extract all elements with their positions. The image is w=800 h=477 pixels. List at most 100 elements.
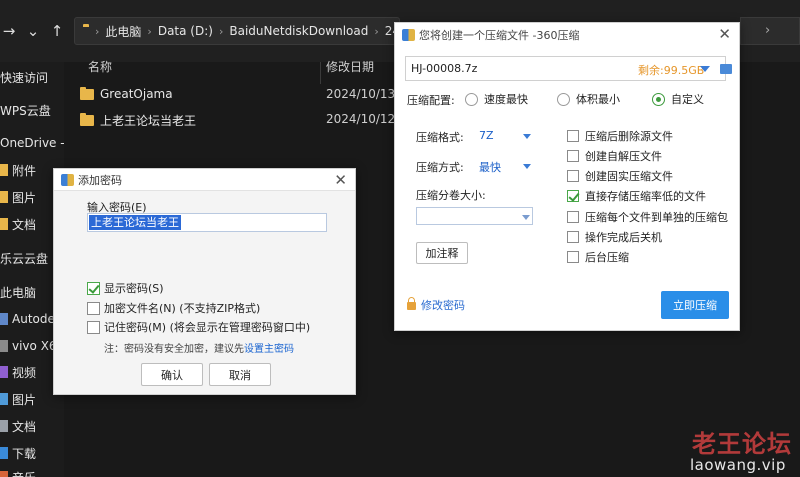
free-space-label: 剩余:99.5GB bbox=[638, 64, 705, 77]
address-bar[interactable]: › 此电脑 › Data (D:) › BaiduNetdiskDownload… bbox=[74, 17, 400, 45]
lock-icon bbox=[407, 297, 416, 310]
file-row[interactable]: GreatOjama 2024/10/13 1 bbox=[64, 84, 407, 106]
close-icon[interactable]: ✕ bbox=[718, 25, 731, 43]
sidebar-item-attachments[interactable]: 附件 bbox=[0, 160, 36, 180]
breadcrumb-drive[interactable]: Data (D:) bbox=[158, 24, 213, 38]
radio-icon bbox=[465, 92, 478, 106]
music-icon bbox=[0, 471, 8, 477]
checkbox-checked-icon bbox=[567, 190, 579, 202]
confirm-button[interactable]: 确认 bbox=[141, 363, 203, 386]
format-label: 压缩格式: bbox=[416, 131, 464, 144]
folder-icon bbox=[0, 191, 8, 203]
download-icon bbox=[0, 447, 8, 459]
archive-path-field[interactable]: HJ-00008.7z 剩余:99.5GB bbox=[405, 56, 732, 81]
add-password-dialog: 添加密码 ✕ 输入密码(E) 上老王论坛当老王 显示密码(S) 加密文件名(N)… bbox=[53, 168, 356, 395]
volume-size-label: 压缩分卷大小: bbox=[416, 189, 486, 202]
close-icon[interactable]: ✕ bbox=[334, 171, 347, 189]
column-header-name[interactable]: 名称 bbox=[88, 58, 112, 80]
folder-icon bbox=[80, 113, 94, 126]
option-delete-source[interactable]: 压缩后删除源文件 bbox=[567, 128, 673, 144]
password-input[interactable]: 上老王论坛当老王 bbox=[87, 213, 327, 232]
sidebar-item-pictures-2[interactable]: 图片 bbox=[0, 389, 36, 409]
chevron-right-icon: › bbox=[218, 24, 224, 38]
option-self-extracting[interactable]: 创建自解压文件 bbox=[567, 148, 662, 164]
sidebar-item-documents[interactable]: 文档 bbox=[0, 214, 36, 234]
sidebar-item-pictures[interactable]: 图片 bbox=[0, 187, 36, 207]
password-input-value[interactable]: 上老王论坛当老王 bbox=[89, 215, 181, 230]
breadcrumb-folder[interactable]: BaiduNetdiskDownload bbox=[229, 24, 368, 38]
dropdown-arrow-icon[interactable] bbox=[700, 66, 710, 72]
chevron-right-icon: › bbox=[95, 24, 100, 38]
method-label: 压缩方式: bbox=[416, 161, 464, 174]
chevron-right-icon: › bbox=[374, 24, 379, 38]
compress-dialog: 您将创建一个压缩文件 -360压缩 ✕ HJ-00008.7z 剩余:99.5G… bbox=[394, 22, 740, 331]
chevron-right-icon: › bbox=[147, 24, 152, 38]
sidebar-item-downloads[interactable]: 下载 bbox=[0, 443, 36, 463]
column-divider[interactable] bbox=[320, 62, 321, 84]
up-icon[interactable]: ↑ bbox=[48, 20, 66, 42]
picture-icon bbox=[0, 393, 8, 405]
encrypt-filenames-checkbox[interactable]: 加密文件名(N) (不支持ZIP格式) bbox=[87, 300, 260, 316]
search-box[interactable]: › bbox=[740, 17, 800, 45]
sidebar-item-quick-access[interactable]: 快速访问 bbox=[0, 67, 48, 87]
file-row[interactable]: 上老王论坛当老王 2024/10/12 2 bbox=[64, 109, 407, 131]
add-comment-button[interactable]: 加注释 bbox=[416, 242, 468, 264]
360zip-app-icon bbox=[61, 173, 74, 186]
cancel-button[interactable]: 取消 bbox=[209, 363, 271, 386]
add-password-titlebar[interactable]: 添加密码 ✕ bbox=[54, 169, 355, 191]
forward-icon[interactable]: → bbox=[0, 20, 18, 42]
checkbox-icon bbox=[567, 251, 579, 263]
option-shutdown[interactable]: 操作完成后关机 bbox=[567, 229, 662, 245]
browse-folder-icon[interactable] bbox=[720, 64, 732, 74]
config-smallest-radio[interactable]: 体积最小 bbox=[557, 91, 620, 107]
column-header-date[interactable]: 修改日期 bbox=[326, 58, 374, 80]
option-background[interactable]: 后台压缩 bbox=[567, 249, 629, 265]
sidebar-item-this-pc[interactable]: 此电脑 bbox=[0, 282, 36, 302]
archive-filename[interactable]: HJ-00008.7z bbox=[411, 62, 477, 75]
option-store-low-ratio[interactable]: 直接存储压缩率低的文件 bbox=[567, 188, 706, 204]
option-separate-archives[interactable]: 压缩每个文件到单独的压缩包 bbox=[567, 209, 728, 225]
sidebar-item-onedrive[interactable]: OneDrive - P bbox=[0, 133, 64, 153]
radio-icon bbox=[557, 92, 570, 106]
folder-icon bbox=[80, 86, 94, 100]
edit-password-link[interactable]: 修改密码 bbox=[407, 297, 465, 313]
start-compress-button[interactable]: 立即压缩 bbox=[661, 291, 729, 319]
checkbox-icon bbox=[567, 170, 579, 182]
volume-size-combobox[interactable] bbox=[416, 207, 533, 225]
format-dropdown-icon[interactable] bbox=[523, 134, 531, 139]
sidebar-item-cloud[interactable]: 乐云云盘 bbox=[0, 248, 48, 268]
sidebar-item-wps[interactable]: WPS云盘 bbox=[0, 100, 51, 120]
folder-icon bbox=[0, 218, 8, 230]
sidebar-item-documents-2[interactable]: 文档 bbox=[0, 416, 36, 436]
checkbox-icon bbox=[87, 301, 100, 315]
format-select[interactable]: 7Z bbox=[479, 129, 494, 142]
phone-icon bbox=[0, 340, 8, 352]
checkbox-icon bbox=[567, 130, 579, 142]
show-password-checkbox[interactable]: 显示密码(S) bbox=[87, 280, 164, 296]
breadcrumb-this-pc[interactable]: 此电脑 bbox=[105, 23, 141, 40]
sidebar-item-videos[interactable]: 视频 bbox=[0, 362, 36, 382]
checkbox-icon bbox=[567, 231, 579, 243]
method-select[interactable]: 最快 bbox=[479, 159, 501, 175]
recent-dropdown-icon[interactable]: ⌄ bbox=[24, 20, 42, 42]
option-solid-archive[interactable]: 创建固实压缩文件 bbox=[567, 168, 673, 184]
config-label: 压缩配置: bbox=[407, 94, 455, 107]
password-security-note: 注：密码没有安全加密，建议先设置主密码 bbox=[104, 344, 294, 355]
360zip-app-icon bbox=[402, 29, 415, 41]
method-dropdown-icon[interactable] bbox=[523, 164, 531, 169]
chevron-right-icon: › bbox=[765, 23, 771, 38]
compress-dialog-titlebar[interactable]: 您将创建一个压缩文件 -360压缩 ✕ bbox=[395, 23, 739, 47]
config-custom-radio[interactable]: 自定义 bbox=[652, 91, 704, 107]
config-fastest-radio[interactable]: 速度最快 bbox=[465, 91, 528, 107]
checkbox-checked-icon bbox=[87, 281, 100, 295]
sidebar-item-music[interactable]: 音乐 bbox=[0, 467, 36, 477]
checkbox-icon bbox=[87, 320, 100, 334]
watermark-logo: 老王论坛 bbox=[692, 430, 792, 458]
checkbox-icon bbox=[567, 150, 579, 162]
checkbox-icon bbox=[567, 211, 579, 223]
remember-password-checkbox[interactable]: 记住密码(M) (将会显示在管理密码窗口中) bbox=[87, 319, 310, 335]
compress-dialog-title: 您将创建一个压缩文件 -360压缩 bbox=[419, 29, 580, 42]
document-icon bbox=[0, 420, 8, 432]
add-password-title: 添加密码 bbox=[78, 173, 122, 187]
set-master-password-link[interactable]: 设置主密码 bbox=[244, 344, 294, 355]
